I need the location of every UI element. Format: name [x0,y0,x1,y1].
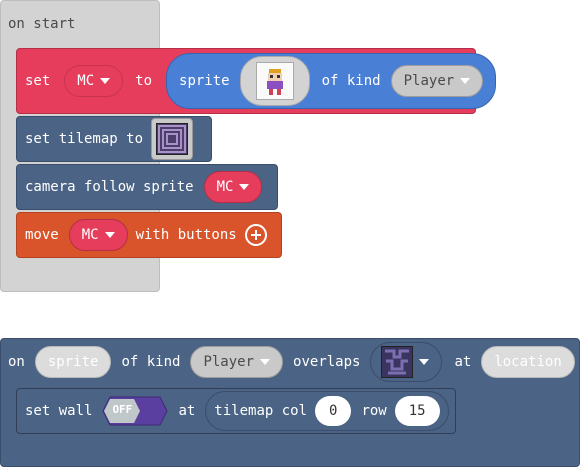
sprite-parameter[interactable]: sprite [34,346,112,378]
of-kind-label: of kind [121,354,181,370]
wall-toggle[interactable]: OFF [102,396,168,426]
variable-label: MC [77,73,95,89]
chevron-down-icon [260,359,271,365]
location-param-label: location [494,354,562,370]
variable-label: MC [81,227,99,243]
chevron-down-icon [100,78,111,84]
row-label: row [361,403,387,419]
with-buttons-label: with buttons [135,227,237,243]
chevron-down-icon [104,232,115,238]
variable-dropdown-mc[interactable]: MC [68,219,128,251]
at-label: at [178,403,196,419]
tilemap-picker[interactable] [151,118,194,160]
sprite-image-picker[interactable] [239,56,310,106]
variable-dropdown-mc[interactable]: MC [64,65,124,97]
location-parameter[interactable]: location [481,346,575,378]
toggle-state-label: OFF [112,403,133,416]
tile-thumbnail-icon [381,346,414,378]
camera-follow-block[interactable]: camera follow sprite MC [16,164,278,210]
variable-dropdown-mc[interactable]: MC [203,171,263,203]
overlaps-label: overlaps [293,354,361,370]
col-value: 0 [329,403,338,419]
set-sprite-block[interactable]: set MC to sprite of kind Player [16,48,497,114]
tilemap-col-row-reporter[interactable]: tilemap col 0 row 15 [205,391,449,431]
set-wall-label: set wall [25,403,93,419]
at-label: at [454,354,472,370]
chevron-down-icon [239,184,250,190]
sprite-thumbnail-icon [255,62,294,100]
row-value: 15 [408,403,426,419]
camera-follow-label: camera follow sprite [25,179,194,195]
set-label: set [25,73,51,89]
set-wall-block[interactable]: set wall OFF at tilemap col 0 row 15 [16,388,456,434]
variable-label: MC [216,179,234,195]
kind-dropdown[interactable]: Player [190,346,284,378]
row-input[interactable]: 15 [394,396,440,426]
tilemap-thumbnail-icon [156,123,189,155]
col-input[interactable]: 0 [315,396,352,426]
sprite-of-kind-reporter[interactable]: sprite of kind Player [166,53,497,109]
set-tilemap-block[interactable]: set tilemap to [16,116,212,162]
kind-dropdown[interactable]: Player [390,65,484,97]
kind-label: Player [203,354,255,370]
on-start-label: on start [8,16,76,32]
set-tilemap-label: set tilemap to [25,131,144,147]
kind-label: Player [403,73,455,89]
sprite-param-label: sprite [47,354,99,370]
move-with-buttons-block[interactable]: move MC with buttons [16,212,282,258]
tilemap-col-label: tilemap col [214,403,308,419]
chevron-down-icon [419,359,430,365]
chevron-down-icon [460,78,471,84]
overlap-event-header: on sprite of kind Player overlaps at loc… [8,342,575,382]
on-label: on [8,354,25,370]
move-label: move [25,227,59,243]
sprite-label: sprite [179,73,230,89]
plus-circle-icon[interactable] [244,224,267,246]
of-kind-label: of kind [321,73,381,89]
to-label: to [135,73,153,89]
tile-dropdown[interactable] [370,342,443,382]
